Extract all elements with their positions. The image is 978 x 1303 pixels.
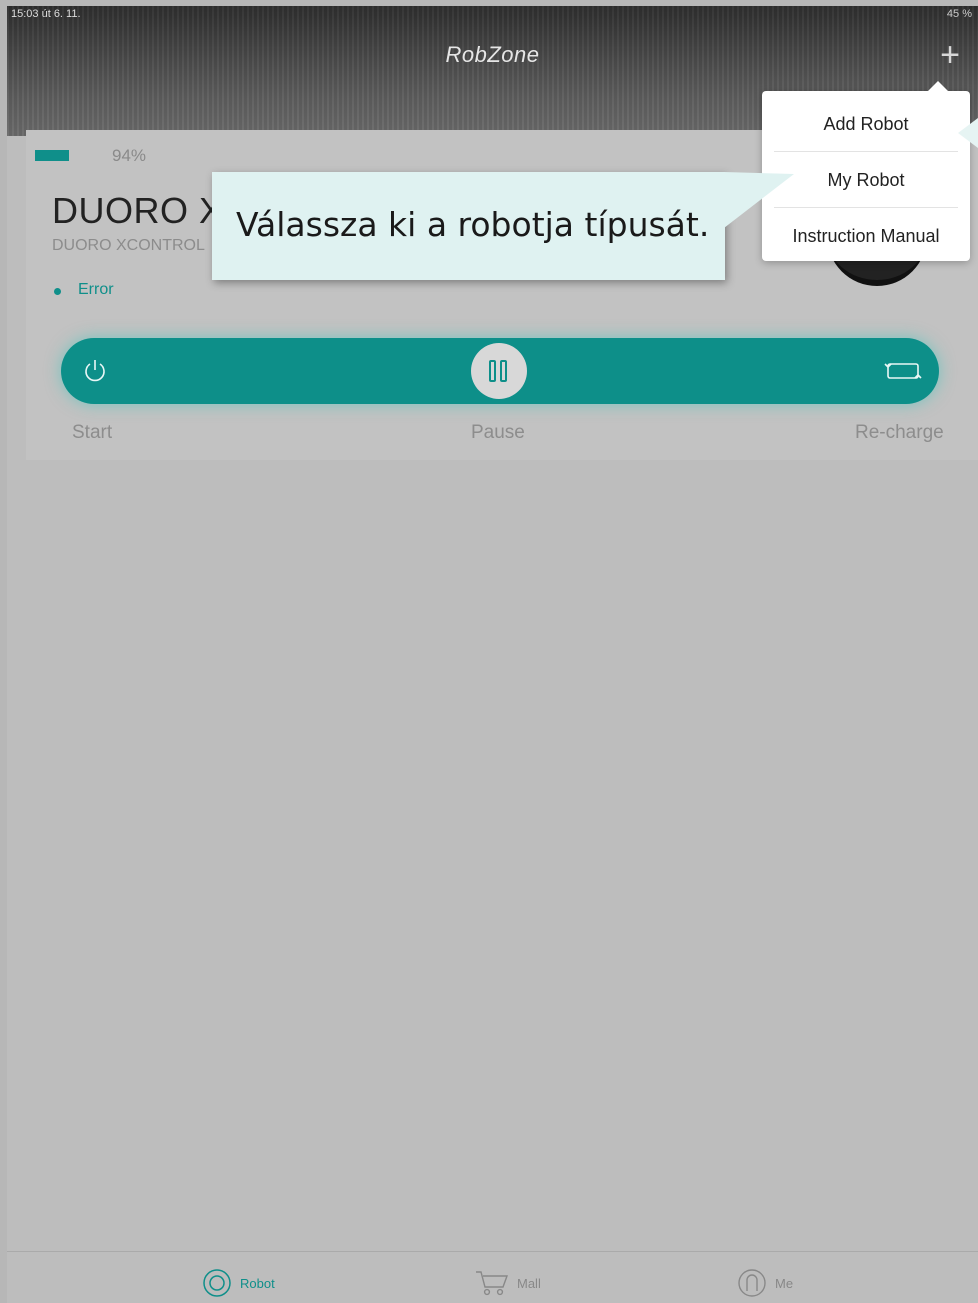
tab-label: Robot [240, 1275, 275, 1291]
menu-item-add-robot[interactable]: Add Robot [762, 96, 970, 152]
robot-model: DUORO XCONTROL [52, 237, 205, 254]
start-label[interactable]: Start [72, 422, 112, 444]
status-battery: 45 % [946, 8, 972, 20]
status-time: 15:03 út 6. 11. [11, 8, 81, 20]
plus-icon[interactable]: + [933, 38, 967, 74]
tab-robot[interactable]: Robot [202, 1268, 275, 1298]
callout-text: Válassza ki a robotja típusát. [236, 205, 710, 244]
recharge-label[interactable]: Re-charge [855, 422, 944, 444]
user-icon [738, 1269, 766, 1297]
tab-mall[interactable]: Mall [475, 1268, 541, 1298]
pause-label[interactable]: Pause [471, 422, 525, 444]
status-dot-icon [54, 288, 61, 295]
recharge-icon[interactable] [884, 359, 922, 383]
app-title: RobZone [445, 42, 540, 67]
robot-status: Error [78, 281, 114, 298]
cart-icon [476, 1271, 508, 1296]
callout-tail [724, 172, 794, 228]
power-icon[interactable] [82, 358, 108, 384]
battery-icon [35, 150, 69, 161]
pause-button[interactable] [471, 343, 527, 399]
robot-icon [203, 1269, 231, 1297]
battery-percent: 94% [112, 146, 147, 165]
tab-label: Mall [517, 1275, 541, 1291]
tab-me[interactable]: Me [737, 1268, 793, 1298]
tab-label: Me [775, 1275, 794, 1291]
